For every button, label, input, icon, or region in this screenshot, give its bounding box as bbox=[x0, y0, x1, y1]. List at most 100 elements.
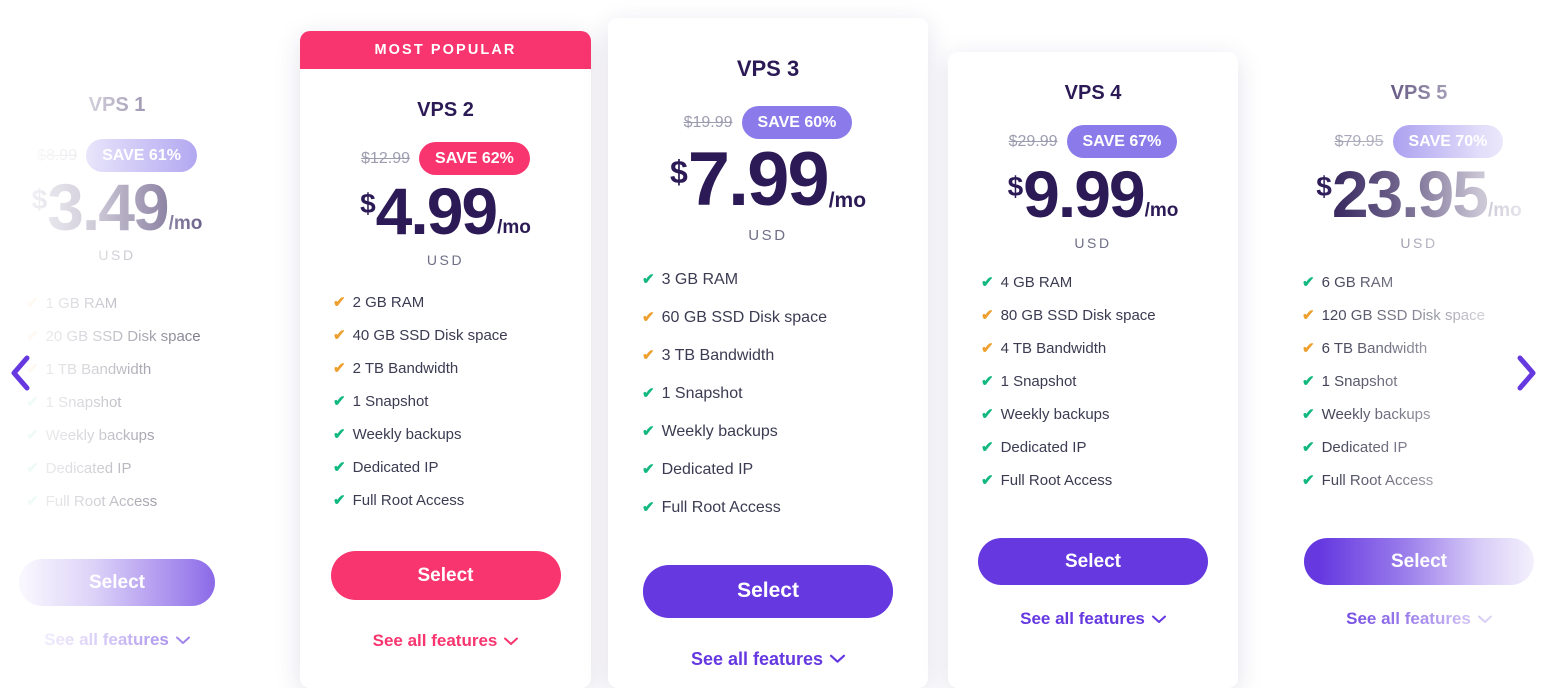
pricing-card-vps-2[interactable]: MOST POPULAR VPS 2 $12.99 SAVE 62% $ 4.9… bbox=[300, 31, 591, 688]
see-all-features-link[interactable]: See all features bbox=[691, 649, 846, 670]
feature-label: 4 TB Bandwidth bbox=[1000, 340, 1107, 358]
feature-label: Weekly backups bbox=[661, 422, 778, 440]
currency-code: USD bbox=[426, 252, 465, 269]
chevron-down-icon bbox=[1477, 612, 1492, 626]
currency-symbol: $ bbox=[1007, 171, 1024, 202]
list-item: ✔ 60 GB SSD Disk space bbox=[642, 308, 928, 327]
see-all-features-link[interactable]: See all features bbox=[44, 630, 190, 650]
feature-label: Weekly backups bbox=[45, 427, 155, 445]
pricing-card-vps-1[interactable]: VPS 1 $8.99 SAVE 61% $ 3.49 /mo USD ✔ 1 G… bbox=[0, 52, 272, 688]
currency-symbol: $ bbox=[1316, 171, 1332, 202]
feature-label: 1 Snapshot bbox=[45, 394, 122, 412]
select-button[interactable]: Select bbox=[643, 564, 893, 618]
price-main: $ 7.99 /mo bbox=[669, 137, 866, 222]
currency-symbol: $ bbox=[669, 154, 688, 190]
list-item: ✔ 3 GB RAM bbox=[642, 271, 928, 289]
old-price: $8.99 bbox=[37, 146, 78, 164]
feature-label: 1 Snapshot bbox=[1321, 373, 1398, 391]
pricing-card-vps-3[interactable]: VPS 3 $19.99 SAVE 60% $ 7.99 /mo USD ✔ 3 … bbox=[608, 18, 928, 688]
feature-label: 120 GB SSD Disk space bbox=[1321, 307, 1485, 325]
old-price: $19.99 bbox=[683, 113, 733, 131]
select-button[interactable]: Select bbox=[978, 538, 1208, 586]
list-item: ✔ 120 GB SSD Disk space bbox=[1302, 308, 1549, 323]
check-icon: ✔ bbox=[981, 406, 994, 424]
plan-name: VPS 3 bbox=[736, 56, 800, 81]
see-all-features-label: See all features bbox=[1346, 609, 1471, 629]
list-item: ✔ Dedicated IP bbox=[642, 460, 928, 478]
price-period: /mo bbox=[1144, 200, 1179, 222]
feature-label: 40 GB SSD Disk space bbox=[352, 327, 508, 345]
check-icon: ✔ bbox=[642, 309, 655, 327]
list-item: ✔ Dedicated IP bbox=[981, 440, 1238, 455]
feature-label: 6 TB Bandwidth bbox=[1321, 340, 1428, 358]
check-icon: ✔ bbox=[1302, 340, 1315, 358]
feature-label: 80 GB SSD Disk space bbox=[1000, 307, 1156, 325]
pricing-carousel: VPS 1 $8.99 SAVE 61% $ 3.49 /mo USD ✔ 1 G… bbox=[0, 0, 1549, 688]
list-item: ✔ Dedicated IP bbox=[333, 460, 591, 475]
price-amount: 23.95 bbox=[1331, 157, 1489, 231]
list-item: ✔ 1 Snapshot bbox=[26, 395, 272, 410]
currency-code: USD bbox=[98, 247, 136, 264]
feature-label: Full Root Access bbox=[661, 498, 781, 516]
carousel-next-button[interactable] bbox=[1506, 352, 1546, 398]
list-item: ✔ 20 GB SSD Disk space bbox=[26, 329, 272, 344]
feature-label: Full Root Access bbox=[45, 493, 158, 511]
feature-label: 3 TB Bandwidth bbox=[661, 346, 775, 364]
check-icon: ✔ bbox=[642, 271, 655, 289]
check-icon: ✔ bbox=[642, 347, 655, 365]
price-main: $ 9.99 /mo bbox=[1007, 161, 1179, 227]
list-item: ✔ 1 GB RAM bbox=[26, 296, 272, 311]
feature-label: Weekly backups bbox=[1000, 406, 1110, 424]
list-item: ✔ Weekly backups bbox=[1302, 407, 1549, 422]
check-icon: ✔ bbox=[26, 328, 39, 346]
list-item: ✔ Dedicated IP bbox=[1302, 440, 1549, 455]
check-icon: ✔ bbox=[1302, 406, 1315, 424]
old-price: $29.99 bbox=[1008, 132, 1058, 150]
chevron-left-icon bbox=[9, 355, 31, 396]
list-item: ✔ 3 TB Bandwidth bbox=[642, 346, 928, 365]
feature-label: 60 GB SSD Disk space bbox=[661, 308, 827, 326]
check-icon: ✔ bbox=[333, 459, 346, 477]
feature-label: 1 Snapshot bbox=[661, 384, 743, 402]
currency-code: USD bbox=[1074, 235, 1112, 252]
check-icon: ✔ bbox=[981, 439, 994, 457]
chevron-down-icon bbox=[830, 652, 846, 666]
list-item: ✔ Dedicated IP bbox=[26, 461, 272, 476]
chevron-down-icon bbox=[504, 634, 519, 648]
see-all-features-link[interactable]: See all features bbox=[1346, 609, 1492, 629]
check-icon: ✔ bbox=[981, 307, 994, 325]
list-item: ✔ Full Root Access bbox=[981, 473, 1238, 488]
feature-label: Dedicated IP bbox=[45, 460, 132, 478]
chevron-down-icon bbox=[175, 633, 190, 647]
select-button[interactable]: Select bbox=[1304, 538, 1534, 586]
select-button[interactable]: Select bbox=[19, 559, 215, 607]
price-top-row: $29.99 SAVE 67% bbox=[1009, 125, 1178, 158]
plan-name: VPS 4 bbox=[1064, 82, 1122, 104]
see-all-features-link[interactable]: See all features bbox=[373, 631, 519, 651]
see-all-features-link[interactable]: See all features bbox=[1020, 609, 1166, 629]
carousel-prev-button[interactable] bbox=[0, 352, 40, 398]
check-icon: ✔ bbox=[26, 295, 39, 313]
pricing-card-vps-4[interactable]: VPS 4 $29.99 SAVE 67% $ 9.99 /mo USD ✔ 4 … bbox=[948, 52, 1238, 688]
list-item: ✔ 4 GB RAM bbox=[981, 275, 1238, 290]
save-badge: SAVE 60% bbox=[741, 106, 853, 139]
price-amount: 3.49 bbox=[47, 170, 169, 244]
select-button[interactable]: Select bbox=[330, 551, 561, 601]
list-item: ✔ 4 TB Bandwidth bbox=[981, 341, 1238, 356]
plan-name: VPS 2 bbox=[417, 99, 474, 121]
price-amount: 4.99 bbox=[375, 174, 498, 248]
feature-label: Dedicated IP bbox=[1321, 439, 1408, 457]
save-badge: SAVE 62% bbox=[419, 142, 530, 175]
list-item: ✔ Full Root Access bbox=[333, 493, 591, 508]
check-icon: ✔ bbox=[642, 423, 655, 441]
price-period: /mo bbox=[1487, 200, 1522, 222]
see-all-features-label: See all features bbox=[372, 631, 498, 651]
feature-list: ✔ 3 GB RAM ✔ 60 GB SSD Disk space ✔ 3 TB Ba… bbox=[608, 271, 928, 538]
price-amount: 7.99 bbox=[687, 137, 830, 222]
currency-symbol: $ bbox=[360, 188, 376, 219]
old-price: $12.99 bbox=[361, 149, 411, 167]
feature-label: Dedicated IP bbox=[661, 460, 754, 478]
price-top-row: $12.99 SAVE 62% bbox=[361, 142, 530, 175]
check-icon: ✔ bbox=[333, 426, 346, 444]
list-item: ✔ 1 TB Bandwidth bbox=[26, 362, 272, 377]
